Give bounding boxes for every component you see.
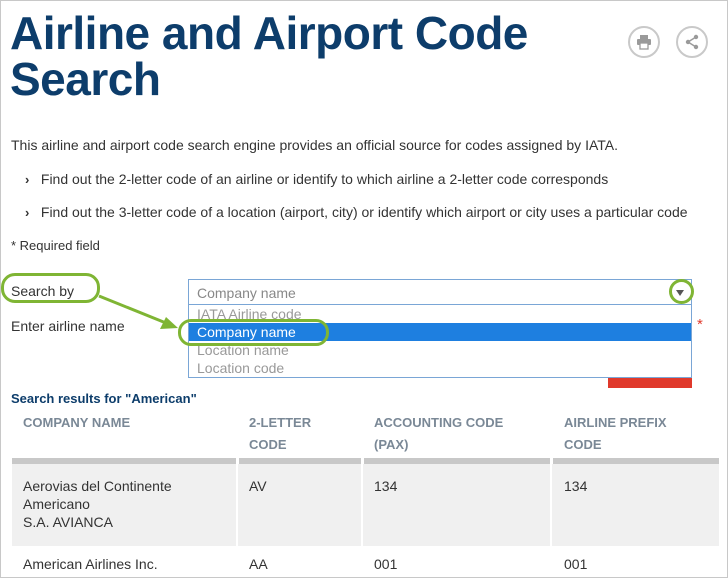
cell-accounting-code: 134: [374, 478, 398, 494]
cell-2-letter-code: AA: [249, 556, 268, 572]
cell-airline-prefix: 134: [564, 478, 588, 494]
cell-airline-prefix: 001: [564, 556, 588, 572]
cell-company-name: American Airlines Inc.: [23, 556, 158, 572]
column-separator: [550, 464, 552, 546]
cell-2-letter-code: AV: [249, 478, 267, 494]
results-heading: Search results for "American": [11, 391, 197, 406]
column-separator: [236, 464, 238, 546]
column-header-company: COMPANY NAME: [23, 415, 131, 430]
column-header-2-letter-code: 2-LETTER CODE: [249, 415, 312, 452]
column-header-accounting-code: ACCOUNTING CODE (PAX): [374, 415, 504, 452]
cell-company-name: Aerovias del Continente Americano S.A. A…: [23, 478, 172, 530]
column-header-airline-prefix: AIRLINE PREFIX CODE: [564, 415, 667, 452]
cell-accounting-code: 001: [374, 556, 398, 572]
column-separator: [361, 464, 363, 546]
